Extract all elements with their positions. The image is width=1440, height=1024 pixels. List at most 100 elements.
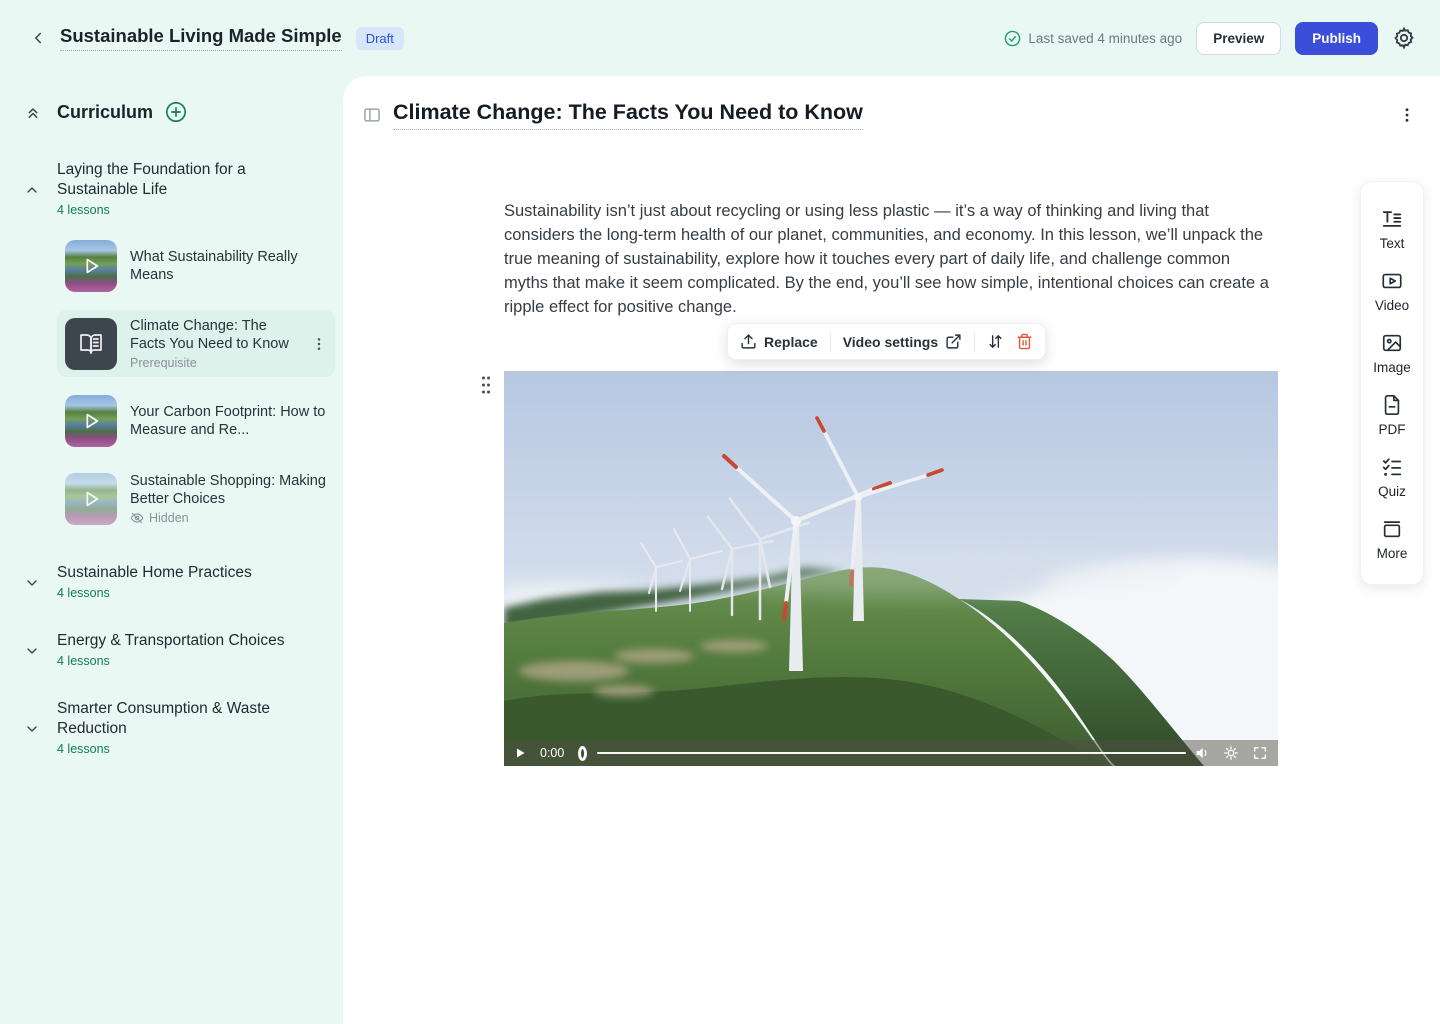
publish-button[interactable]: Publish: [1295, 22, 1378, 55]
curriculum-section: Smarter Consumption & Waste Reduction 4 …: [24, 699, 327, 756]
curriculum-section: Sustainable Home Practices 4 lessons: [24, 563, 327, 600]
palette-label: Quiz: [1378, 484, 1406, 499]
collapse-all-icon[interactable]: [24, 103, 42, 121]
lesson-hidden-label: Hidden: [149, 511, 189, 525]
insert-block-palette: Text Video Image PDF Quiz More: [1360, 181, 1424, 585]
play-button[interactable]: [514, 747, 526, 759]
section-header[interactable]: Energy & Transportation Choices 4 lesson…: [24, 631, 327, 668]
insert-text-button[interactable]: Text: [1361, 198, 1423, 260]
video-thumbnail: [65, 240, 117, 292]
text-block-icon: [1381, 208, 1403, 230]
video-thumbnail: [65, 395, 117, 447]
video-player[interactable]: 0:00: [504, 371, 1278, 766]
chevron-down-icon[interactable]: [24, 721, 40, 737]
lesson-title: Sustainable Shopping: Making Better Choi…: [130, 472, 327, 508]
section-title: Energy & Transportation Choices: [57, 631, 303, 651]
chevron-down-icon[interactable]: [24, 575, 40, 591]
last-saved-text: Last saved 4 minutes ago: [1028, 31, 1182, 46]
curriculum-section: Laying the Foundation for a Sustainable …: [24, 160, 327, 532]
lesson-options-kebab[interactable]: [1398, 106, 1416, 124]
lesson-title: Climate Change: The Facts You Need to Kn…: [130, 317, 298, 353]
play-icon: [80, 255, 102, 277]
replace-label: Replace: [764, 334, 818, 350]
section-lesson-count: 4 lessons: [57, 742, 303, 756]
section-title: Sustainable Home Practices: [57, 563, 303, 583]
curriculum-header: Curriculum: [24, 101, 327, 123]
video-settings-button[interactable]: Video settings: [843, 333, 962, 350]
check-circle-icon: [1004, 30, 1021, 47]
toolbar-divider: [974, 332, 975, 352]
curriculum-title: Curriculum: [57, 102, 153, 123]
lesson-list: What Sustainability Really Means Climate…: [57, 233, 327, 532]
toolbar-divider: [830, 332, 831, 352]
more-block-icon: [1381, 518, 1403, 540]
lesson-body-text[interactable]: Sustainability isn’t just about recyclin…: [504, 199, 1272, 319]
palette-label: Text: [1380, 236, 1405, 251]
play-icon: [80, 488, 102, 510]
lesson-title: What Sustainability Really Means: [130, 248, 327, 284]
video-controls-bar: 0:00: [504, 740, 1278, 766]
insert-more-button[interactable]: More: [1361, 508, 1423, 570]
section-header[interactable]: Sustainable Home Practices 4 lessons: [24, 563, 327, 600]
preview-button[interactable]: Preview: [1196, 22, 1281, 55]
sort-arrows-icon: [987, 333, 1004, 350]
header-actions: Last saved 4 minutes ago Preview Publish: [1004, 22, 1416, 55]
player-settings-icon[interactable]: [1223, 745, 1239, 761]
delete-block-button[interactable]: [1016, 333, 1033, 350]
lesson-kebab-menu[interactable]: [311, 336, 327, 352]
eye-off-icon: [130, 511, 144, 525]
pdf-block-icon: [1381, 394, 1403, 416]
move-block-button[interactable]: [987, 333, 1004, 350]
video-settings-label: Video settings: [843, 334, 938, 350]
progress-track[interactable]: [597, 752, 1186, 754]
lesson-item[interactable]: Your Carbon Footprint: How to Measure an…: [57, 388, 335, 454]
save-status: Last saved 4 minutes ago: [1004, 30, 1182, 47]
insert-video-button[interactable]: Video: [1361, 260, 1423, 322]
section-title: Smarter Consumption & Waste Reduction: [57, 699, 303, 739]
video-thumbnail: [65, 473, 117, 525]
lesson-page-title[interactable]: Climate Change: The Facts You Need to Kn…: [393, 100, 863, 130]
image-block-icon: [1381, 332, 1403, 354]
add-section-button[interactable]: [165, 101, 187, 123]
curriculum-section: Energy & Transportation Choices 4 lesson…: [24, 631, 327, 668]
volume-icon[interactable]: [1194, 745, 1210, 761]
insert-quiz-button[interactable]: Quiz: [1361, 446, 1423, 508]
chevron-left-icon: [29, 29, 47, 47]
toggle-sidebar-icon[interactable]: [362, 105, 382, 125]
replace-video-button[interactable]: Replace: [740, 333, 818, 350]
lesson-item-selected[interactable]: Climate Change: The Facts You Need to Kn…: [57, 310, 335, 377]
lesson-item[interactable]: What Sustainability Really Means: [57, 233, 335, 299]
course-title[interactable]: Sustainable Living Made Simple: [60, 25, 342, 51]
section-lesson-count: 4 lessons: [57, 586, 303, 600]
reading-thumbnail: [65, 318, 117, 370]
course-builder-app: Sustainable Living Made Simple Draft Las…: [0, 0, 1440, 1024]
lesson-title: Your Carbon Footprint: How to Measure an…: [130, 403, 327, 439]
section-title: Laying the Foundation for a Sustainable …: [57, 160, 303, 200]
insert-pdf-button[interactable]: PDF: [1361, 384, 1423, 446]
section-header[interactable]: Laying the Foundation for a Sustainable …: [24, 160, 327, 217]
current-time: 0:00: [540, 746, 564, 760]
trash-icon: [1016, 333, 1033, 350]
curriculum-sidebar: Curriculum Laying the Foundation for a S…: [0, 76, 343, 1024]
chevron-down-icon[interactable]: [24, 643, 40, 659]
seek-handle[interactable]: [578, 746, 587, 761]
quiz-block-icon: [1381, 456, 1403, 478]
fullscreen-icon[interactable]: [1252, 745, 1268, 761]
lesson-header: Climate Change: The Facts You Need to Kn…: [362, 100, 1416, 130]
palette-label: Image: [1373, 360, 1411, 375]
insert-image-button[interactable]: Image: [1361, 322, 1423, 384]
video-block-icon: [1381, 270, 1403, 292]
palette-label: More: [1377, 546, 1408, 561]
status-badge: Draft: [356, 27, 404, 50]
block-drag-handle[interactable]: [480, 375, 492, 395]
back-button[interactable]: [24, 24, 52, 52]
section-header[interactable]: Smarter Consumption & Waste Reduction 4 …: [24, 699, 327, 756]
top-bar: Sustainable Living Made Simple Draft Las…: [0, 0, 1440, 76]
chevron-up-icon[interactable]: [24, 182, 40, 198]
palette-label: PDF: [1379, 422, 1406, 437]
lesson-item-hidden[interactable]: Sustainable Shopping: Making Better Choi…: [57, 465, 335, 532]
lesson-prerequisite-label: Prerequisite: [130, 356, 298, 370]
settings-gear-icon[interactable]: [1392, 26, 1416, 50]
external-link-icon: [945, 333, 962, 350]
wind-farm-video-frame: [504, 371, 1278, 766]
